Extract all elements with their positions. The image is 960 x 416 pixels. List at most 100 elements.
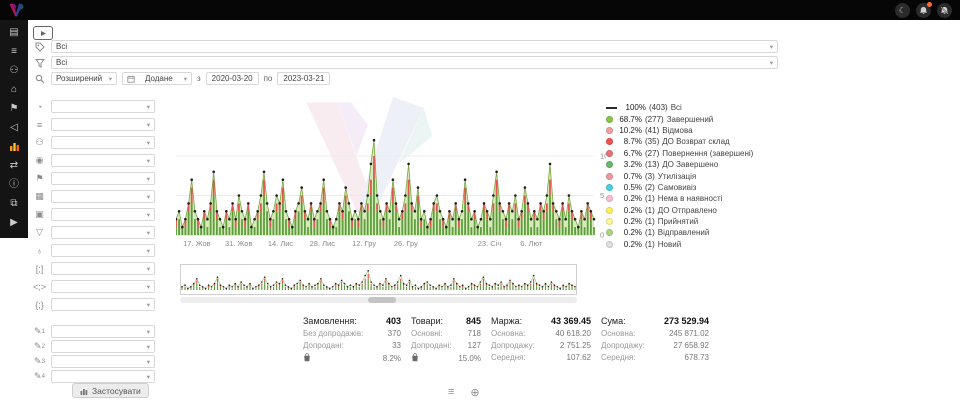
custom-field-row-3: ✎3▾ [33,355,155,368]
stat-title: Товари: [411,316,443,326]
notifications-bell-button[interactable] [916,3,931,18]
manager-select[interactable]: ▾ [51,154,155,167]
stat-value: 107.62 [567,353,591,362]
status-select[interactable]: Всі ▾ [51,56,778,69]
status-cycle-select[interactable]: ▾ [51,100,155,113]
fields-select[interactable]: ▾ [51,118,155,131]
bracket-curly-icon: {;} [33,300,46,310]
date-to-label: по [264,74,273,83]
svg-text:26. Гру: 26. Гру [394,239,418,248]
stat-label: Допродані: [411,341,452,350]
funnel-icon [33,58,46,68]
legend-item[interactable]: 100%(403)Всі [606,102,786,113]
category-select[interactable]: ▾ [51,208,155,221]
legend-item[interactable]: 0.7%(3)Утилізація [606,170,786,181]
apply-button[interactable]: Застосувати [72,383,149,398]
stat-label: Основні: [411,329,443,338]
legend-item[interactable]: 0.2%(1)Новий [606,239,786,250]
rail-dashboard-icon[interactable]: ▤ [7,27,21,39]
bracket-square-select[interactable]: ▾ [51,262,155,275]
date-from-input[interactable]: 2020-03-20 [206,72,259,85]
stats-sub-row: 8.2% [303,353,401,364]
manager-icon: ◉ [33,155,46,166]
pencil-icon: ✎1 [33,326,46,337]
stats-sub-row: Основна:40 618.20 [491,329,591,338]
custom-field-row-1: ✎1 ▾ [33,325,155,338]
region-select[interactable]: ▾ [51,244,155,257]
upsell-bag-icon [303,353,311,364]
legend-item[interactable]: 3.2%(13)ДО Завершено [606,159,786,170]
products-select[interactable]: ▾ [51,190,155,203]
orders-timeline-chart[interactable]: 051017. Жов31. Жов14. Лис28. Лис12. Гру2… [176,96,606,249]
stats-sub-row: Основні:718 [411,329,481,338]
rail-video-icon[interactable]: ▶ [7,217,21,229]
svg-text:5: 5 [600,191,604,200]
stat-label: Основна: [601,329,635,338]
flag-select[interactable]: ▾ [51,172,155,185]
color-swatch [606,207,613,214]
legend-item[interactable]: 68.7%(277)Завершений [606,113,786,124]
chart-overview[interactable] [180,264,577,295]
stat-total-value: 273 529.94 [664,316,709,326]
legend-item[interactable]: 0.2%(1)Нема в наявності [606,193,786,204]
rail-marketing-icon[interactable]: ◁ [7,122,21,134]
legend-count: (277) [645,115,664,124]
overview-scrollbar[interactable] [180,297,577,303]
team-icon: ⚇ [33,137,46,148]
chart-globe-button[interactable]: ⊕ [470,386,479,399]
stat-label: Середня: [491,353,526,362]
chevron-down-icon: ▾ [147,103,150,111]
upsell-bag-icon [411,353,419,364]
stat-value: 40 618.20 [555,329,591,338]
legend-item[interactable]: 8.7%(35)ДО Возврат склад [606,136,786,147]
legend-percent: 0.5% [616,183,642,192]
rail-integrations-icon[interactable]: ⇄ [7,160,21,172]
filter-row-9: ♁▾ [33,244,155,257]
region-icon: ♁ [33,246,46,256]
scrollbar-thumb[interactable] [368,297,396,303]
search-date-row: Розширений ▾ Додане ▾ з 2020-03-20 по 20… [33,72,330,85]
date-to-input[interactable]: 2023-03-21 [277,72,330,85]
rail-home-icon[interactable]: ⌂ [7,84,21,96]
chart-menu-button[interactable]: ≡ [448,386,454,399]
filter-row-5: ⚑▾ [33,172,155,185]
custom-field-1-select[interactable]: ▾ [51,325,155,338]
custom-field-2-select[interactable]: ▾ [51,340,155,353]
rail-tags-icon[interactable]: ⚑ [7,103,21,115]
campaign-select[interactable]: Всі ▾ [51,40,778,53]
team-select[interactable]: ▾ [51,136,155,149]
bracket-curly-select[interactable]: ▾ [51,298,155,311]
funnel-select[interactable]: ▾ [51,226,155,239]
status-filter-row: Всі ▾ [33,56,778,69]
app-logo-icon[interactable] [8,3,24,17]
custom-field-4-select[interactable]: ▾ [51,370,155,383]
legend-item[interactable]: 0.2%(1)Відправлений [606,227,786,238]
theme-toggle-button[interactable]: ☾ [895,3,910,18]
video-tutorial-button[interactable] [33,26,53,40]
bracket-angle-select[interactable]: ▾ [51,280,155,293]
rail-clients-icon[interactable]: ⚇ [7,65,21,77]
legend-item[interactable]: 0.2%(1)Прийнятий [606,216,786,227]
muted-bell-button[interactable] [937,3,952,18]
custom-field-row-4: ✎4▾ [33,370,155,383]
topbar: ☾ [0,0,960,20]
stat-value: 15.0% [458,354,481,363]
legend-item[interactable]: 10.2%(41)Відмова [606,125,786,136]
legend-item[interactable]: 0.2%(1)ДО Отправлено [606,205,786,216]
rail-analytics-icon[interactable] [7,141,21,153]
stat-label: Допродажу: [491,341,535,350]
tag-icon [33,42,46,52]
date-field-select[interactable]: Додане ▾ [122,72,192,85]
legend-item[interactable]: 0.5%(2)Самовивіз [606,182,786,193]
rail-info-icon[interactable]: ⓘ [7,179,21,191]
rail-orders-icon[interactable]: ≡ [7,46,21,58]
rail-apps-icon[interactable]: ⧉ [7,198,21,210]
search-icon[interactable] [33,74,46,84]
legend-item[interactable]: 6.7%(27)Повернення (завершені) [606,148,786,159]
advanced-mode-select[interactable]: Розширений ▾ [51,72,117,85]
filter-row-6: ▦▾ [33,190,155,203]
stats-column-4: Сума:273 529.94Основна:245 871.02Допрода… [601,316,709,364]
svg-text:14. Лис: 14. Лис [268,239,294,248]
legend-count: (13) [645,160,659,169]
custom-field-3-select[interactable]: ▾ [51,355,155,368]
